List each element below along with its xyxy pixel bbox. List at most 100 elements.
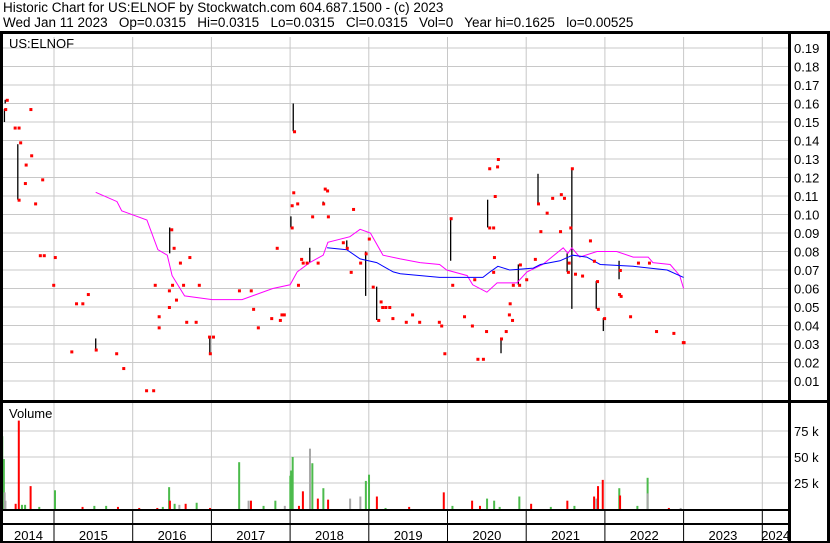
volume-bar xyxy=(24,504,27,509)
close-point xyxy=(278,318,282,322)
close-point xyxy=(518,283,522,287)
year-label: 2016 xyxy=(158,528,187,543)
volume-bar xyxy=(161,506,164,509)
close-point xyxy=(492,256,496,260)
close-point xyxy=(500,337,504,341)
close-point xyxy=(4,108,8,112)
volume-bar xyxy=(4,500,7,509)
volume-bar xyxy=(364,480,367,509)
volume-bar xyxy=(667,507,670,509)
close-point xyxy=(316,261,320,265)
year-label: 2018 xyxy=(315,528,344,543)
price-tick-label: 0.16 xyxy=(794,97,819,112)
volume-bar xyxy=(297,505,300,509)
close-point xyxy=(496,158,500,161)
volume-bar xyxy=(238,462,241,509)
volume-bar xyxy=(368,474,371,509)
close-point xyxy=(440,324,444,328)
close-point xyxy=(188,256,192,260)
close-point xyxy=(559,230,563,234)
close-point xyxy=(481,357,485,361)
close-point xyxy=(504,330,508,334)
close-point xyxy=(377,318,381,322)
close-point xyxy=(367,237,371,241)
volume-bar xyxy=(451,505,454,509)
close-point xyxy=(437,320,441,324)
close-point xyxy=(629,315,633,319)
year-label: 2021 xyxy=(551,528,580,543)
close-point xyxy=(655,330,659,334)
volume-bar xyxy=(322,488,325,509)
volume-bar xyxy=(493,500,496,509)
volume-bar xyxy=(327,499,330,509)
volume-bar xyxy=(646,493,649,509)
close-point xyxy=(359,261,363,265)
left-border xyxy=(0,34,3,543)
volume-bar xyxy=(283,505,286,509)
close-point xyxy=(488,226,492,230)
close-point xyxy=(197,283,201,287)
volume-bar xyxy=(530,503,533,509)
close-point xyxy=(182,283,186,287)
price-tick-label: 0.03 xyxy=(794,337,819,352)
close-point xyxy=(573,272,577,276)
close-point xyxy=(511,318,515,322)
close-point xyxy=(290,204,294,208)
close-point xyxy=(569,226,573,230)
close-point xyxy=(545,211,549,215)
close-point xyxy=(473,278,477,282)
volume-bar xyxy=(597,486,600,509)
close-point xyxy=(418,320,422,324)
close-point xyxy=(581,274,585,278)
price-tick-label: 0.07 xyxy=(794,263,819,278)
close-point xyxy=(449,217,453,221)
close-point xyxy=(492,270,496,274)
close-point xyxy=(562,196,566,200)
close-point xyxy=(282,313,286,317)
volume-bar xyxy=(81,506,84,509)
close-point xyxy=(122,367,126,371)
volume-bar xyxy=(308,448,311,509)
volume-bar xyxy=(14,503,17,509)
close-point xyxy=(237,289,241,293)
close-point xyxy=(566,270,570,274)
price-tick-label: 0.08 xyxy=(794,245,819,260)
close-point xyxy=(23,182,27,186)
close-point xyxy=(178,261,182,265)
close-point xyxy=(94,348,98,352)
volume-bar xyxy=(168,500,171,509)
close-point xyxy=(463,315,467,319)
close-point xyxy=(38,254,42,258)
volume-bar xyxy=(274,500,277,509)
volume-bar xyxy=(349,498,352,509)
price-tick-label: 0.17 xyxy=(794,78,819,93)
close-point xyxy=(326,215,330,219)
close-point xyxy=(588,239,592,243)
close-point xyxy=(145,389,149,393)
price-tick-label: 0.15 xyxy=(794,115,819,130)
price-ranges xyxy=(3,99,620,354)
close-point xyxy=(5,98,9,102)
close-point xyxy=(41,178,45,182)
moving-average-short xyxy=(95,191,685,301)
close-point xyxy=(275,246,279,250)
close-point xyxy=(208,352,212,356)
close-point xyxy=(172,246,176,250)
close-point xyxy=(618,269,622,272)
close-point xyxy=(292,191,296,195)
close-point xyxy=(518,263,522,267)
close-point xyxy=(30,154,34,158)
close-point xyxy=(619,294,623,298)
volume-bars xyxy=(1,420,682,509)
volume-bar xyxy=(93,505,96,509)
close-point xyxy=(559,193,563,197)
close-point xyxy=(29,108,33,112)
price-tick-label: 0.09 xyxy=(794,226,819,241)
close-point xyxy=(596,307,600,311)
grid xyxy=(3,37,789,543)
volume-bar xyxy=(249,500,252,509)
volume-bar xyxy=(498,506,501,509)
volume-bar xyxy=(209,507,212,509)
volume-bar xyxy=(679,507,682,509)
close-point xyxy=(170,228,174,232)
